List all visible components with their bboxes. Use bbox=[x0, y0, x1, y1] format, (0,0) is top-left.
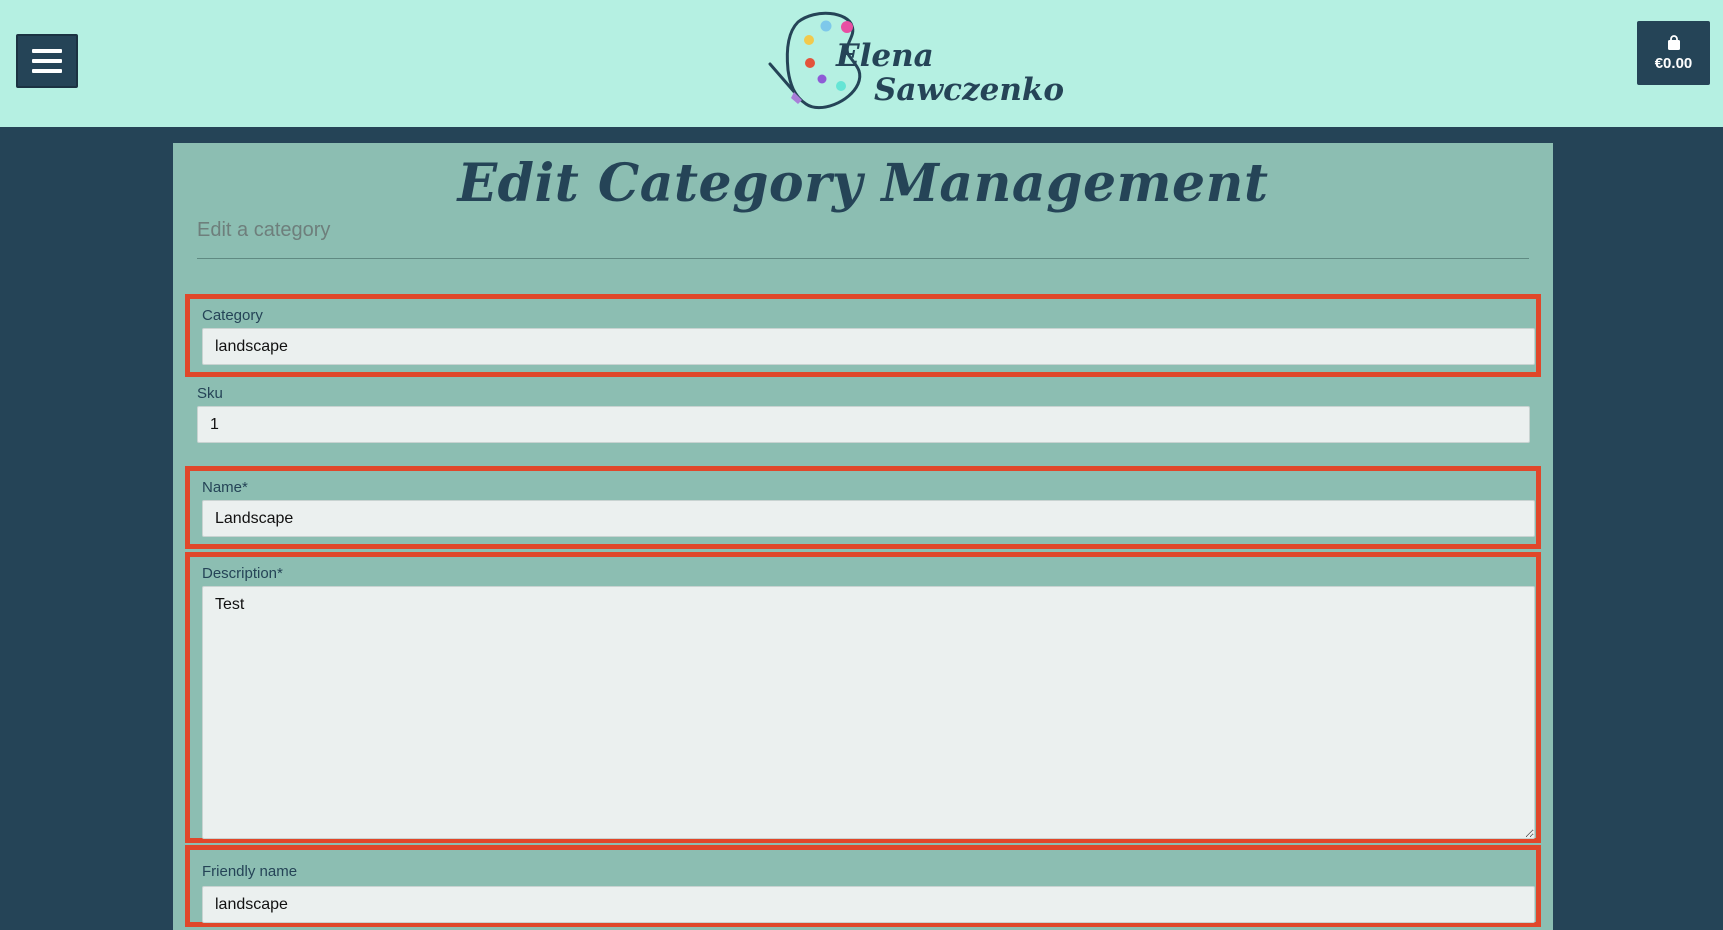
sku-field-group: Sku bbox=[185, 385, 1541, 463]
shopping-bag-button[interactable]: €0.00 bbox=[1637, 21, 1710, 85]
name-input[interactable] bbox=[202, 500, 1535, 537]
top-navbar: Elena Sawczenko €0.00 bbox=[0, 0, 1723, 127]
site-logo[interactable]: Elena Sawczenko bbox=[764, 6, 1064, 118]
category-input[interactable] bbox=[202, 328, 1535, 365]
name-label: Name* bbox=[202, 479, 248, 496]
logo-text-first-name: Elena bbox=[836, 38, 934, 74]
description-field-group: Description* Test bbox=[185, 552, 1541, 843]
sku-input[interactable] bbox=[197, 406, 1530, 443]
name-field-group: Name* bbox=[185, 466, 1541, 549]
hamburger-menu-button[interactable] bbox=[16, 34, 78, 88]
friendly-name-input[interactable] bbox=[202, 886, 1535, 923]
sku-label: Sku bbox=[197, 385, 223, 402]
description-textarea[interactable]: Test bbox=[202, 586, 1535, 839]
hamburger-menu-icon bbox=[32, 49, 62, 53]
shopping-bag-icon bbox=[1667, 34, 1680, 50]
category-label: Category bbox=[202, 307, 263, 324]
category-field-group: Category bbox=[185, 294, 1541, 377]
friendly-name-label: Friendly name bbox=[202, 863, 298, 880]
divider bbox=[197, 258, 1529, 259]
page-subtitle: Edit a category bbox=[197, 219, 331, 241]
logo-text-last-name: Sawczenko bbox=[874, 72, 1065, 108]
description-label: Description* bbox=[202, 565, 283, 582]
page-title: Edit Category Management bbox=[457, 153, 1269, 214]
friendly-name-field-group: Friendly name bbox=[185, 845, 1541, 927]
edit-category-panel: Edit Category Management Edit a category… bbox=[173, 143, 1553, 930]
bag-total: €0.00 bbox=[1654, 54, 1693, 72]
